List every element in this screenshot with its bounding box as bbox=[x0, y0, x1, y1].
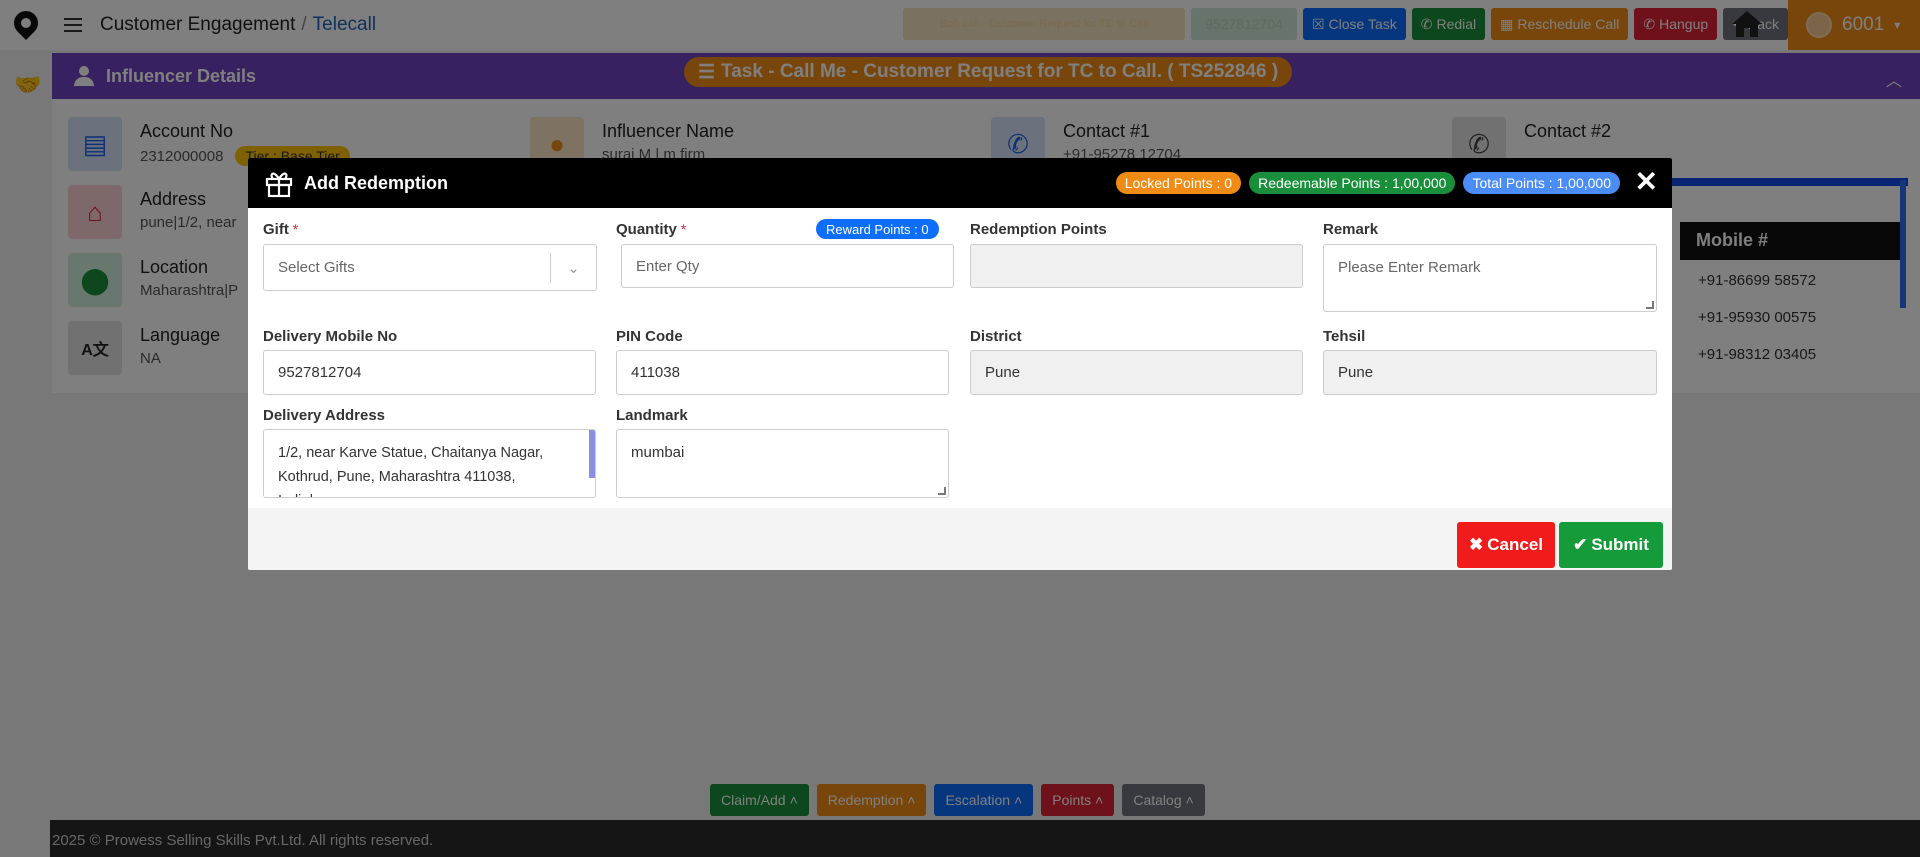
tehsil-input: Pune bbox=[1323, 350, 1657, 395]
chevron-down-icon[interactable]: ⌄ bbox=[550, 253, 596, 283]
check-icon: ✔ bbox=[1573, 535, 1588, 554]
quantity-field-label: Quantity * bbox=[616, 221, 687, 238]
district-input: Pune bbox=[970, 350, 1303, 395]
redeemable-points-badge: Redeemable Points : 1,00,000 bbox=[1249, 172, 1456, 194]
modal-title: Add Redemption bbox=[304, 172, 448, 193]
pin-code-label: PIN Code bbox=[616, 328, 683, 345]
gift-select[interactable]: Select Gifts ⌄ bbox=[263, 244, 597, 291]
close-icon[interactable]: ✕ bbox=[1635, 167, 1658, 197]
address-scrollbar[interactable] bbox=[589, 430, 595, 478]
reward-points-badge: Reward Points : 0 bbox=[816, 219, 939, 239]
resize-handle-icon[interactable] bbox=[938, 487, 946, 495]
close-icon: ✖ bbox=[1469, 535, 1484, 554]
total-points-badge: Total Points : 1,00,000 bbox=[1463, 172, 1620, 194]
quantity-input[interactable]: Enter Qty bbox=[621, 244, 954, 288]
add-redemption-modal: Add Redemption Locked Points : 0 Redeema… bbox=[248, 158, 1672, 570]
gift-field-label: Gift * bbox=[263, 221, 299, 238]
resize-handle-icon[interactable] bbox=[1646, 301, 1654, 309]
redemption-points-input bbox=[970, 244, 1303, 288]
delivery-address-textarea[interactable]: 1/2, near Karve Statue, Chaitanya Nagar,… bbox=[263, 429, 596, 498]
locked-points-badge: Locked Points : 0 bbox=[1115, 172, 1242, 194]
pin-code-input[interactable]: 411038 bbox=[616, 350, 949, 395]
remark-label: Remark bbox=[1323, 221, 1379, 238]
points-summary: Locked Points : 0 Redeemable Points : 1,… bbox=[1115, 172, 1620, 194]
modal-header: Add Redemption Locked Points : 0 Redeema… bbox=[248, 158, 1672, 208]
delivery-address-label: Delivery Address bbox=[263, 407, 386, 424]
redemption-points-label: Redemption Points bbox=[970, 221, 1107, 238]
modal-footer: ✖ Cancel ✔ Submit bbox=[248, 508, 1672, 570]
district-label: District bbox=[970, 328, 1022, 345]
gift-icon bbox=[265, 172, 293, 198]
delivery-mobile-label: Delivery Mobile No bbox=[263, 328, 398, 345]
cancel-button[interactable]: ✖ Cancel bbox=[1457, 522, 1555, 568]
landmark-textarea[interactable]: mumbai bbox=[616, 429, 949, 498]
tehsil-label: Tehsil bbox=[1323, 328, 1366, 345]
submit-button[interactable]: ✔ Submit bbox=[1559, 522, 1663, 568]
delivery-mobile-input[interactable]: 9527812704 bbox=[263, 350, 596, 395]
redemption-form: Gift * Select Gifts ⌄ Quantity * Reward … bbox=[248, 208, 1672, 508]
remark-textarea[interactable]: Please Enter Remark bbox=[1323, 244, 1657, 312]
landmark-label: Landmark bbox=[616, 407, 688, 424]
